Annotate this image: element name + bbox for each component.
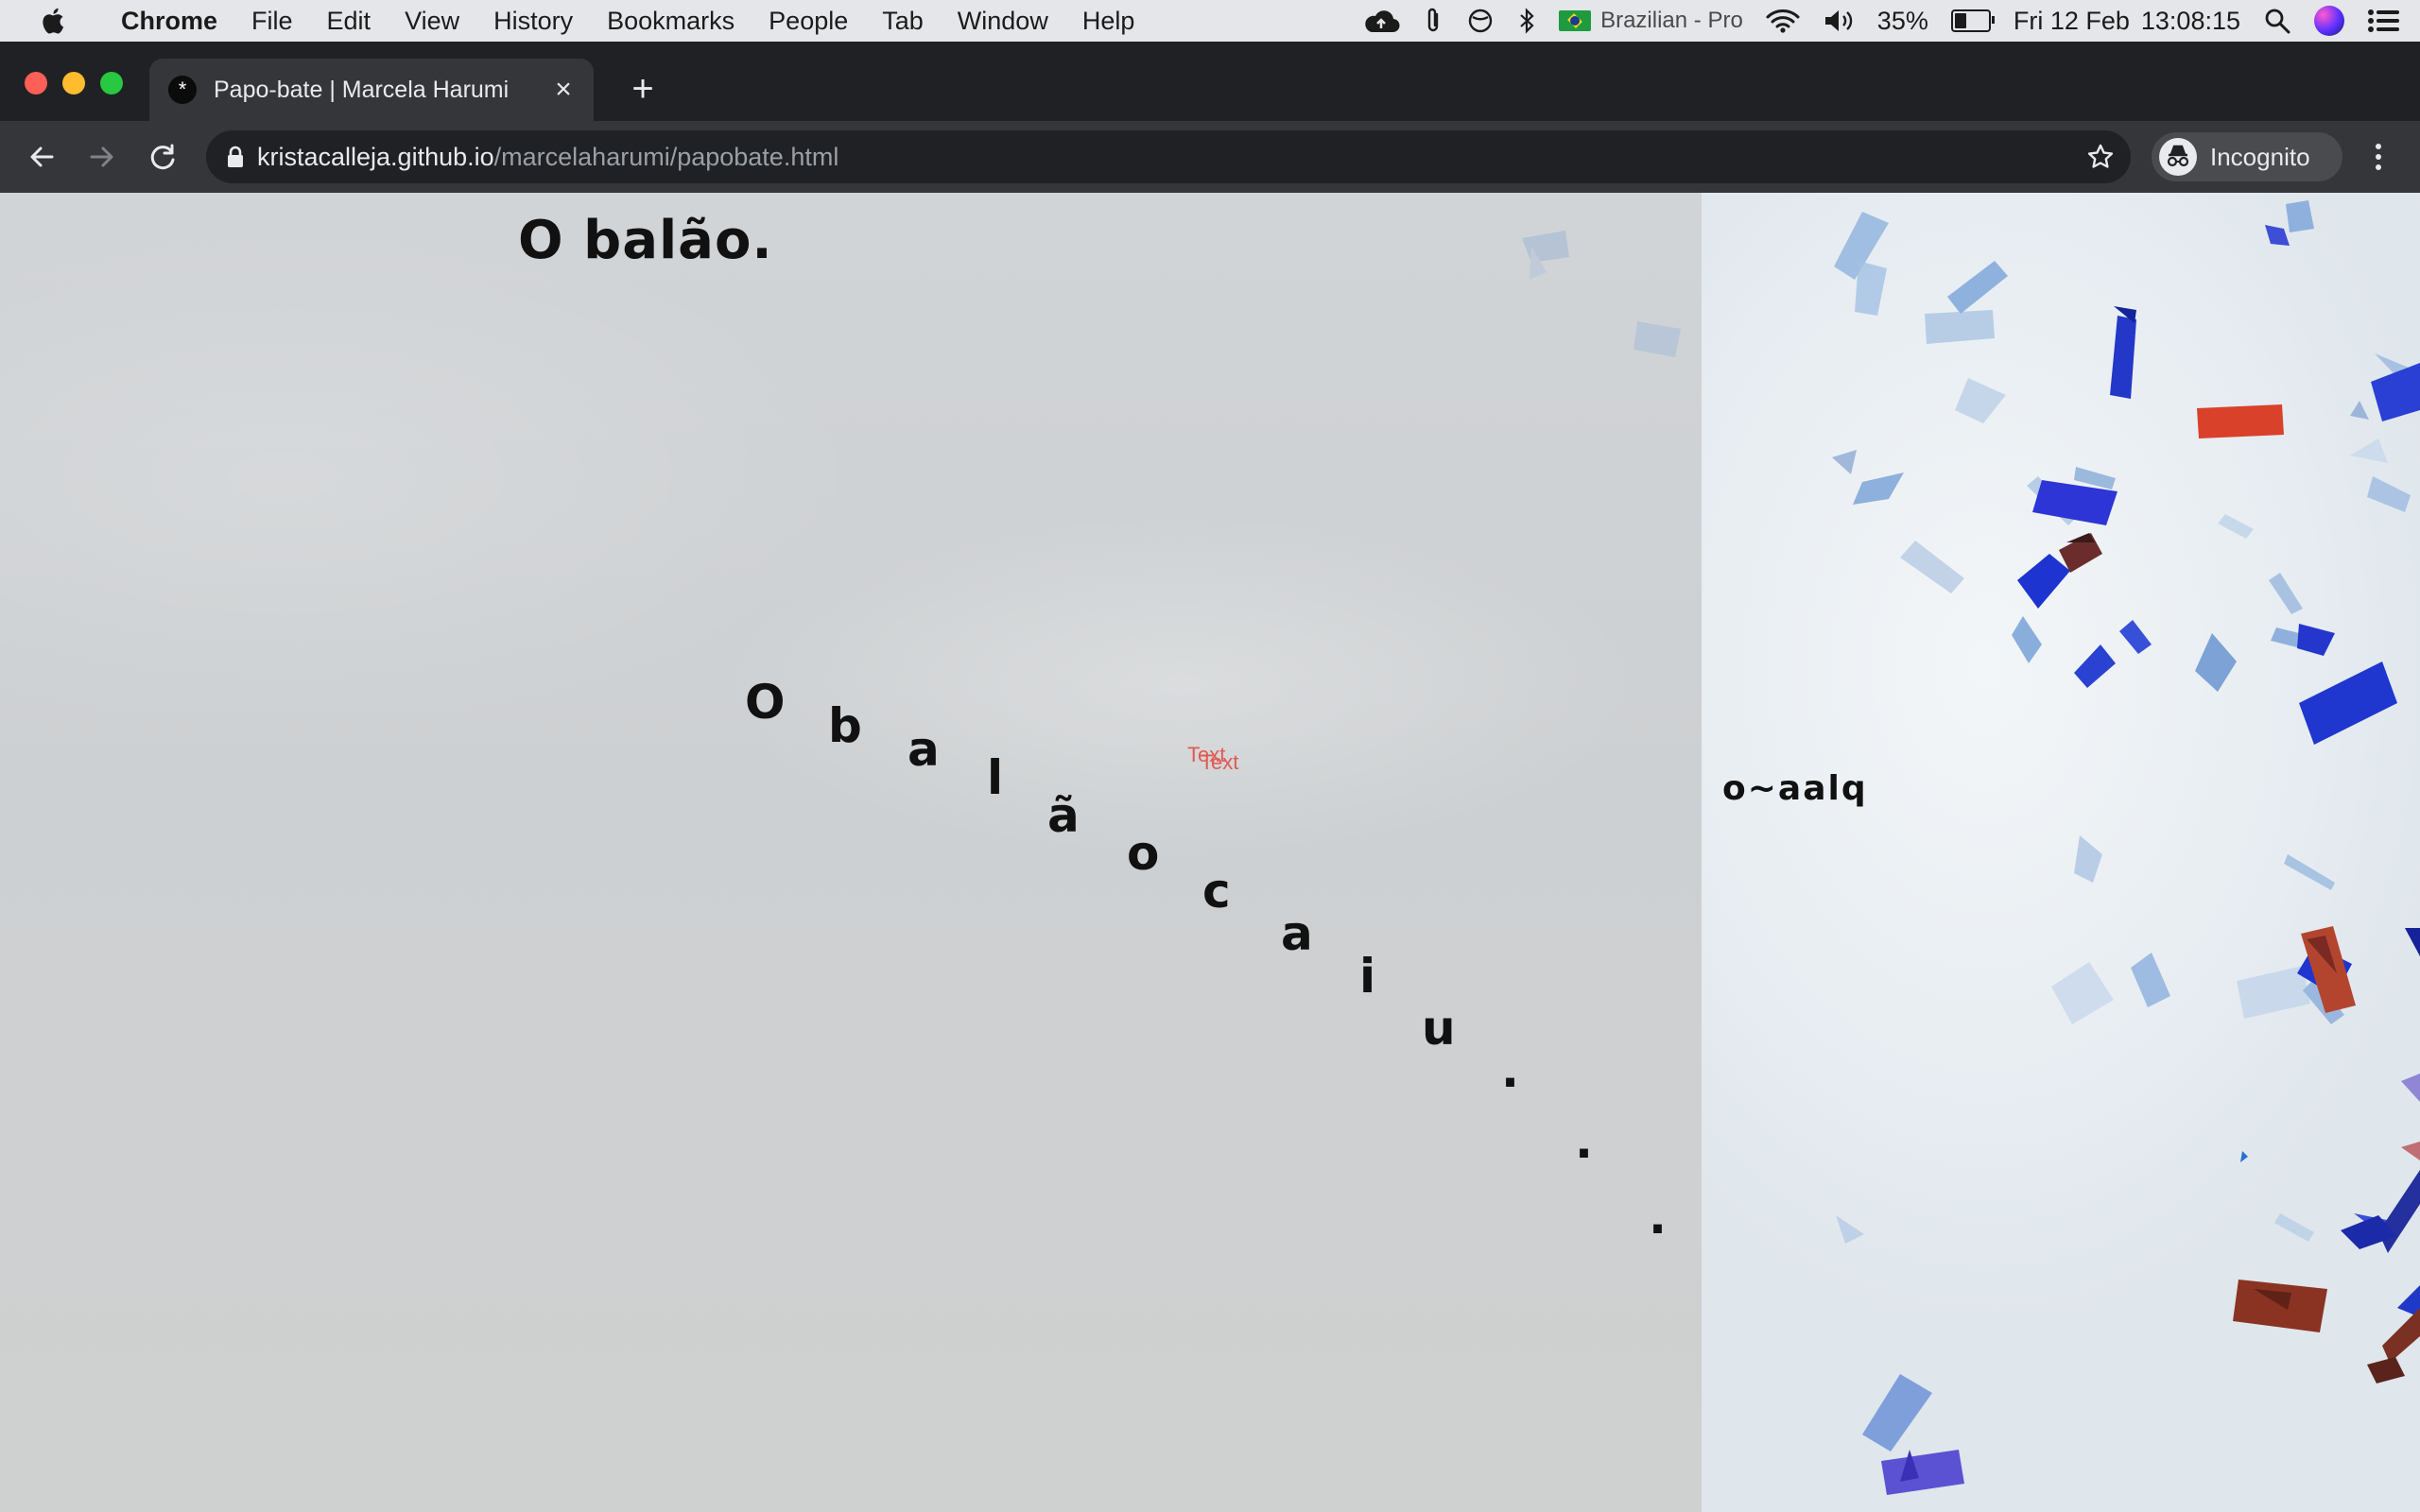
- apple-menu[interactable]: [0, 7, 104, 35]
- menu-bar-status-area: Brazilian - Pro 35% Fri 12 Feb 13:08:15: [1351, 0, 2420, 42]
- tab-close-icon[interactable]: ×: [544, 71, 582, 109]
- control-center-icon[interactable]: [2367, 8, 2401, 34]
- keyboard-layout-label: Brazilian - Pro: [1600, 8, 1743, 33]
- back-icon[interactable]: [23, 138, 60, 176]
- incognito-profile-button[interactable]: Incognito: [2152, 132, 2342, 181]
- url-path: /marcelaharumi/papobate.html: [493, 142, 839, 171]
- new-tab-button[interactable]: +: [624, 68, 662, 110]
- battery-percent: 35%: [1876, 6, 1928, 35]
- menu-tab[interactable]: Tab: [865, 7, 941, 36]
- page-heading: O balão.: [518, 210, 773, 271]
- menu-history[interactable]: History: [476, 7, 590, 36]
- falling-letter: .: [1501, 1043, 1519, 1098]
- menu-people[interactable]: People: [752, 7, 865, 36]
- bluetooth-icon[interactable]: [1517, 7, 1536, 35]
- battery-icon[interactable]: [1950, 9, 1995, 32]
- tab-title: Papo-bate | Marcela Harumi: [214, 76, 510, 103]
- siri-icon[interactable]: [2314, 6, 2344, 36]
- web-page-viewport: O balão. O b a l ã o c a i u . . . Text …: [0, 193, 2420, 1512]
- address-bar[interactable]: kristacalleja.github.io/marcelaharumi/pa…: [206, 130, 2131, 183]
- more-menu-icon[interactable]: [2360, 138, 2397, 176]
- window-zoom-button[interactable]: [100, 72, 123, 94]
- macos-menu-bar: Chrome File Edit View History Bookmarks …: [0, 0, 2420, 42]
- do-not-disturb-icon[interactable]: [1466, 7, 1495, 35]
- menu-app-name[interactable]: Chrome: [104, 7, 234, 36]
- falling-letter: a: [1281, 906, 1313, 961]
- falling-letter: .: [1575, 1114, 1593, 1169]
- placeholder-text: Text: [1201, 750, 1239, 774]
- falling-letter: i: [1359, 949, 1376, 1004]
- battery-level-fill: [1954, 13, 1966, 28]
- window-close-button[interactable]: [25, 72, 47, 94]
- mirrored-balloon-text: o~aalq: [1722, 769, 1868, 808]
- confetti-decoration: [1832, 200, 2420, 1495]
- tab-favicon: *: [168, 76, 197, 104]
- browser-tab-strip: * Papo-bate | Marcela Harumi × +: [0, 42, 2420, 121]
- falling-letter: O: [745, 675, 786, 730]
- spotlight-search-icon[interactable]: [2263, 7, 2291, 35]
- bookmark-star-icon[interactable]: [2083, 140, 2118, 174]
- sky-background-pane: O balão. O b a l ã o c a i u . . . Text …: [0, 193, 1702, 1512]
- falling-letter: u: [1422, 1001, 1456, 1056]
- menu-window[interactable]: Window: [941, 7, 1065, 36]
- falling-letter: .: [1649, 1190, 1667, 1245]
- menu-file[interactable]: File: [234, 7, 310, 36]
- keyboard-layout-indicator[interactable]: Brazilian - Pro: [1559, 8, 1743, 34]
- falling-letter: l: [987, 750, 1004, 805]
- apple-icon: [43, 8, 64, 34]
- confetti-background-pane: [1702, 193, 2420, 1512]
- menu-edit[interactable]: Edit: [310, 7, 389, 36]
- url-host: kristacalleja.github.io: [257, 142, 494, 171]
- volume-icon[interactable]: [1823, 8, 1855, 34]
- falling-letter: o: [1127, 826, 1160, 881]
- brazil-flag-icon: [1559, 10, 1592, 31]
- menu-view[interactable]: View: [388, 7, 476, 36]
- browser-toolbar: kristacalleja.github.io/marcelaharumi/pa…: [0, 121, 2420, 194]
- paperclip-icon[interactable]: [1423, 7, 1443, 35]
- menu-bookmarks[interactable]: Bookmarks: [590, 7, 752, 36]
- clock-time[interactable]: 13:08:15: [2141, 7, 2240, 36]
- cloud-upload-icon[interactable]: [1362, 8, 1400, 34]
- lock-icon[interactable]: [227, 146, 244, 168]
- clock-date[interactable]: Fri 12 Feb: [2014, 7, 2130, 36]
- url-text[interactable]: kristacalleja.github.io/marcelaharumi/pa…: [257, 143, 838, 172]
- menu-help[interactable]: Help: [1065, 7, 1152, 36]
- falling-letter: b: [828, 698, 862, 753]
- window-minimize-button[interactable]: [62, 72, 85, 94]
- incognito-label: Incognito: [2210, 142, 2310, 171]
- falling-letter: ã: [1047, 788, 1080, 843]
- incognito-icon: [2159, 138, 2197, 176]
- confetti-decoration-left: [1522, 231, 1681, 357]
- reload-icon[interactable]: [144, 138, 182, 176]
- browser-tab-active[interactable]: * Papo-bate | Marcela Harumi ×: [149, 59, 594, 121]
- falling-letter: a: [908, 722, 940, 777]
- falling-letter: c: [1202, 864, 1231, 919]
- wifi-icon[interactable]: [1766, 8, 1800, 34]
- forward-icon[interactable]: [83, 138, 121, 176]
